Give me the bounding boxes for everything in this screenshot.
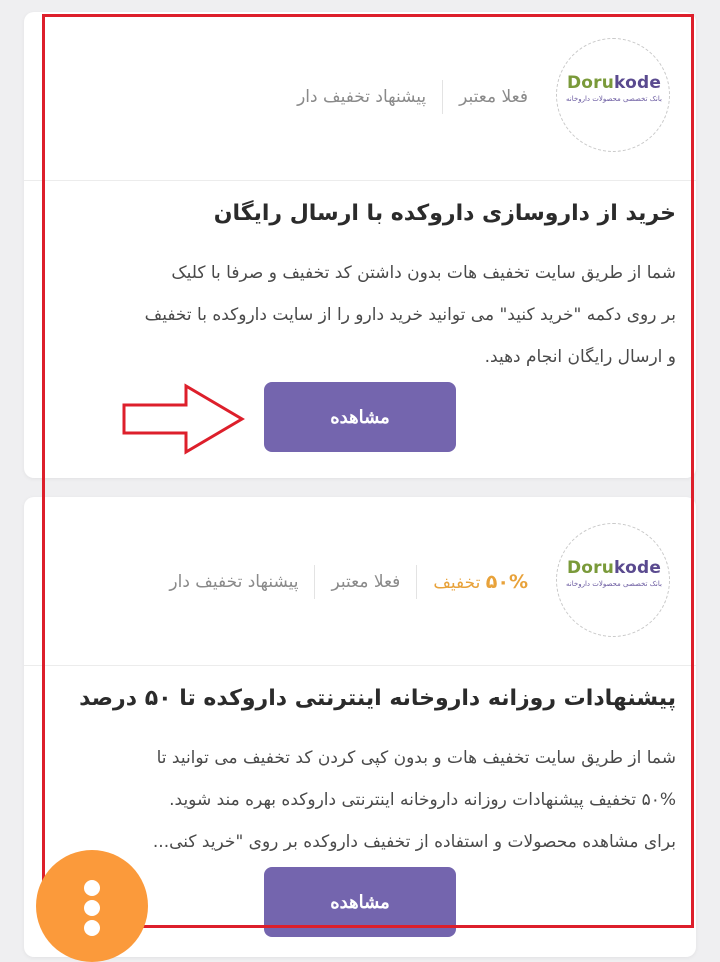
view-button[interactable]: مشاهده: [264, 382, 456, 452]
view-button[interactable]: مشاهده: [264, 867, 456, 937]
logo-wordmark: Dorukode: [566, 558, 662, 578]
discount-badge: ۵۰% تخفیف: [417, 567, 528, 598]
description-line: شما از طریق سایت تخفیف هات بدون داشتن کد…: [171, 263, 676, 283]
store-logo[interactable]: Dorukode بانک تخصصی محصولات داروخانه: [556, 523, 670, 637]
description-line: شما از طریق سایت تخفیف هات و بدون کپی کر…: [156, 748, 676, 768]
offer-description: شما از طریق سایت تخفیف هات و بدون کپی کر…: [46, 737, 676, 863]
header-divider: [24, 180, 696, 181]
meta-separator: [442, 80, 444, 114]
logo-wordmark: Dorukode: [566, 73, 662, 93]
pointer-arrow-icon: [122, 383, 245, 455]
offer-meta: فعلا معتبر پیشنهاد تخفیف دار: [281, 80, 528, 114]
offer-meta: ۵۰% تخفیف فعلا معتبر پیشنهاد تخفیف دار: [153, 565, 528, 599]
discount-word: تخفیف: [433, 572, 481, 593]
meta-separator: [416, 565, 418, 599]
logo-tagline: بانک تخصصی محصولات داروخانه: [566, 95, 662, 103]
header-divider: [24, 665, 696, 666]
description-line: ۵۰% تخفیف پیشنهادات روزانه داروخانه اینت…: [169, 790, 676, 810]
meta-separator: [314, 565, 316, 599]
offer-type-label: پیشنهاد تخفیف دار: [297, 87, 427, 107]
offer-type-label: پیشنهاد تخفیف دار: [169, 572, 299, 592]
validity-label: فعلا معتبر: [459, 87, 528, 107]
discount-value: ۵۰%: [485, 570, 528, 593]
card-header: Dorukode بانک تخصصی محصولات داروخانه ۵۰%…: [24, 497, 696, 665]
logo-content: Dorukode بانک تخصصی محصولات داروخانه: [565, 73, 663, 104]
offer-description: شما از طریق سایت تخفیف هات بدون داشتن کد…: [46, 252, 676, 378]
logo-tagline: بانک تخصصی محصولات داروخانه: [566, 580, 662, 588]
offer-title[interactable]: خرید از داروسازی داروکده با ارسال رایگان: [34, 198, 676, 230]
validity-label: فعلا معتبر: [331, 572, 401, 592]
offer-title[interactable]: پیشنهادات روزانه داروخانه اینترنتی داروک…: [34, 683, 676, 715]
description-line: بر روی دکمه "خرید کنید" می توانید خرید د…: [144, 305, 676, 325]
description-line: برای مشاهده محصولات و استفاده از تخفیف د…: [152, 832, 676, 852]
card-header: Dorukode بانک تخصصی محصولات داروخانه فعل…: [24, 12, 696, 180]
description-line: و ارسال رایگان انجام دهید.: [484, 347, 676, 367]
logo-content: Dorukode بانک تخصصی محصولات داروخانه: [565, 558, 663, 589]
more-options-button[interactable]: [36, 850, 148, 962]
store-logo[interactable]: Dorukode بانک تخصصی محصولات داروخانه: [556, 38, 670, 152]
